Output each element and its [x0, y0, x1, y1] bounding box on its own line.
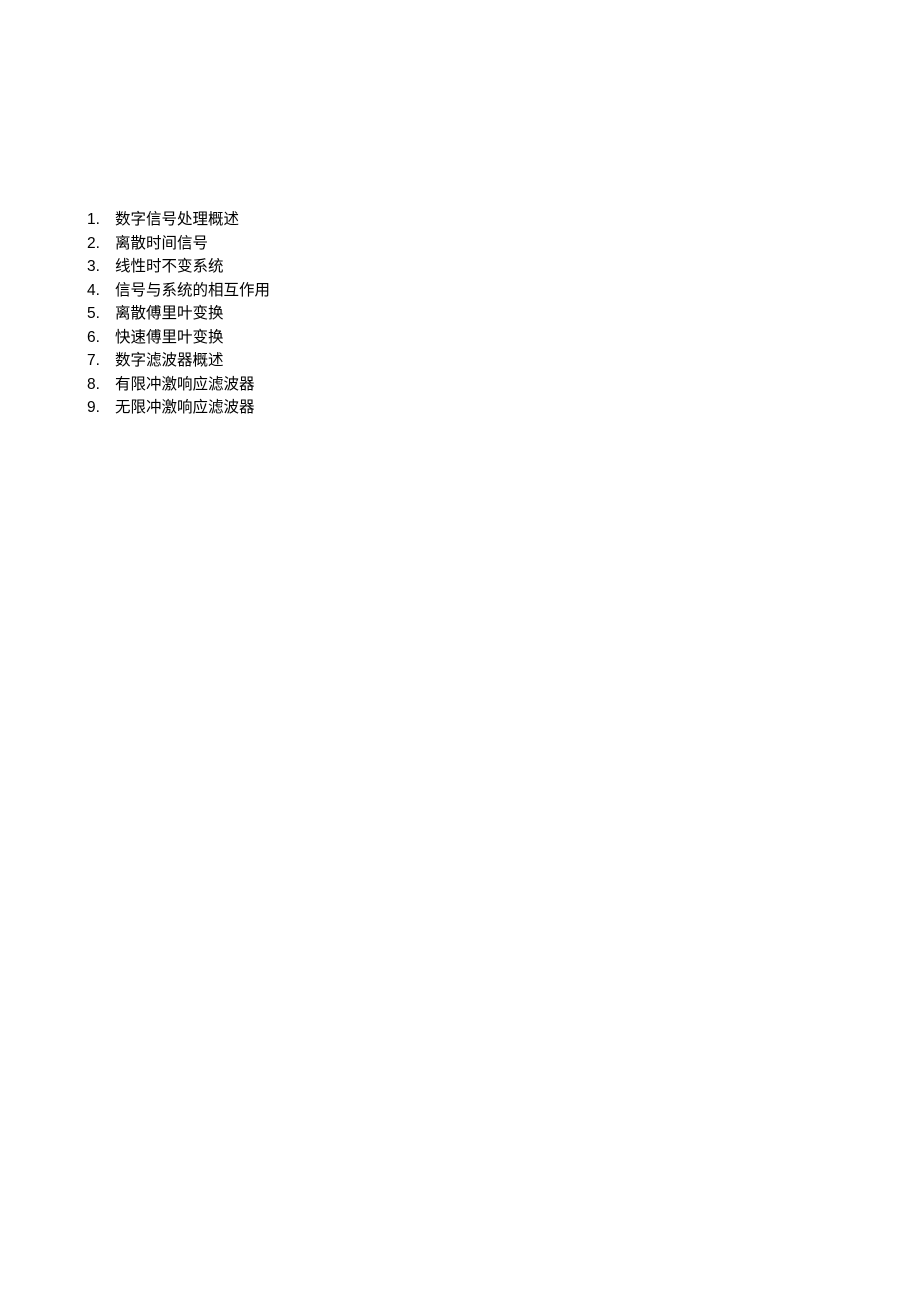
list-number: 4. [85, 279, 115, 303]
list-item: 7. 数字滤波器概述 [85, 349, 920, 373]
list-text: 数字滤波器概述 [115, 349, 920, 373]
list-text: 离散时间信号 [115, 232, 920, 256]
list-item: 1. 数字信号处理概述 [85, 208, 920, 232]
list-text: 有限冲激响应滤波器 [115, 373, 920, 397]
numbered-list: 1. 数字信号处理概述 2. 离散时间信号 3. 线性时不变系统 4. 信号与系… [85, 208, 920, 420]
list-text: 数字信号处理概述 [115, 208, 920, 232]
list-item: 8. 有限冲激响应滤波器 [85, 373, 920, 397]
list-number: 6. [85, 326, 115, 350]
list-item: 3. 线性时不变系统 [85, 255, 920, 279]
list-item: 9. 无限冲激响应滤波器 [85, 396, 920, 420]
list-item: 4. 信号与系统的相互作用 [85, 279, 920, 303]
list-number: 9. [85, 396, 115, 420]
list-text: 快速傅里叶变换 [115, 326, 920, 350]
list-item: 2. 离散时间信号 [85, 232, 920, 256]
list-number: 2. [85, 232, 115, 256]
list-text: 无限冲激响应滤波器 [115, 396, 920, 420]
list-number: 8. [85, 373, 115, 397]
list-number: 7. [85, 349, 115, 373]
list-item: 6. 快速傅里叶变换 [85, 326, 920, 350]
list-number: 3. [85, 255, 115, 279]
list-text: 离散傅里叶变换 [115, 302, 920, 326]
list-text: 信号与系统的相互作用 [115, 279, 920, 303]
list-text: 线性时不变系统 [115, 255, 920, 279]
list-item: 5. 离散傅里叶变换 [85, 302, 920, 326]
list-number: 5. [85, 302, 115, 326]
list-number: 1. [85, 208, 115, 232]
